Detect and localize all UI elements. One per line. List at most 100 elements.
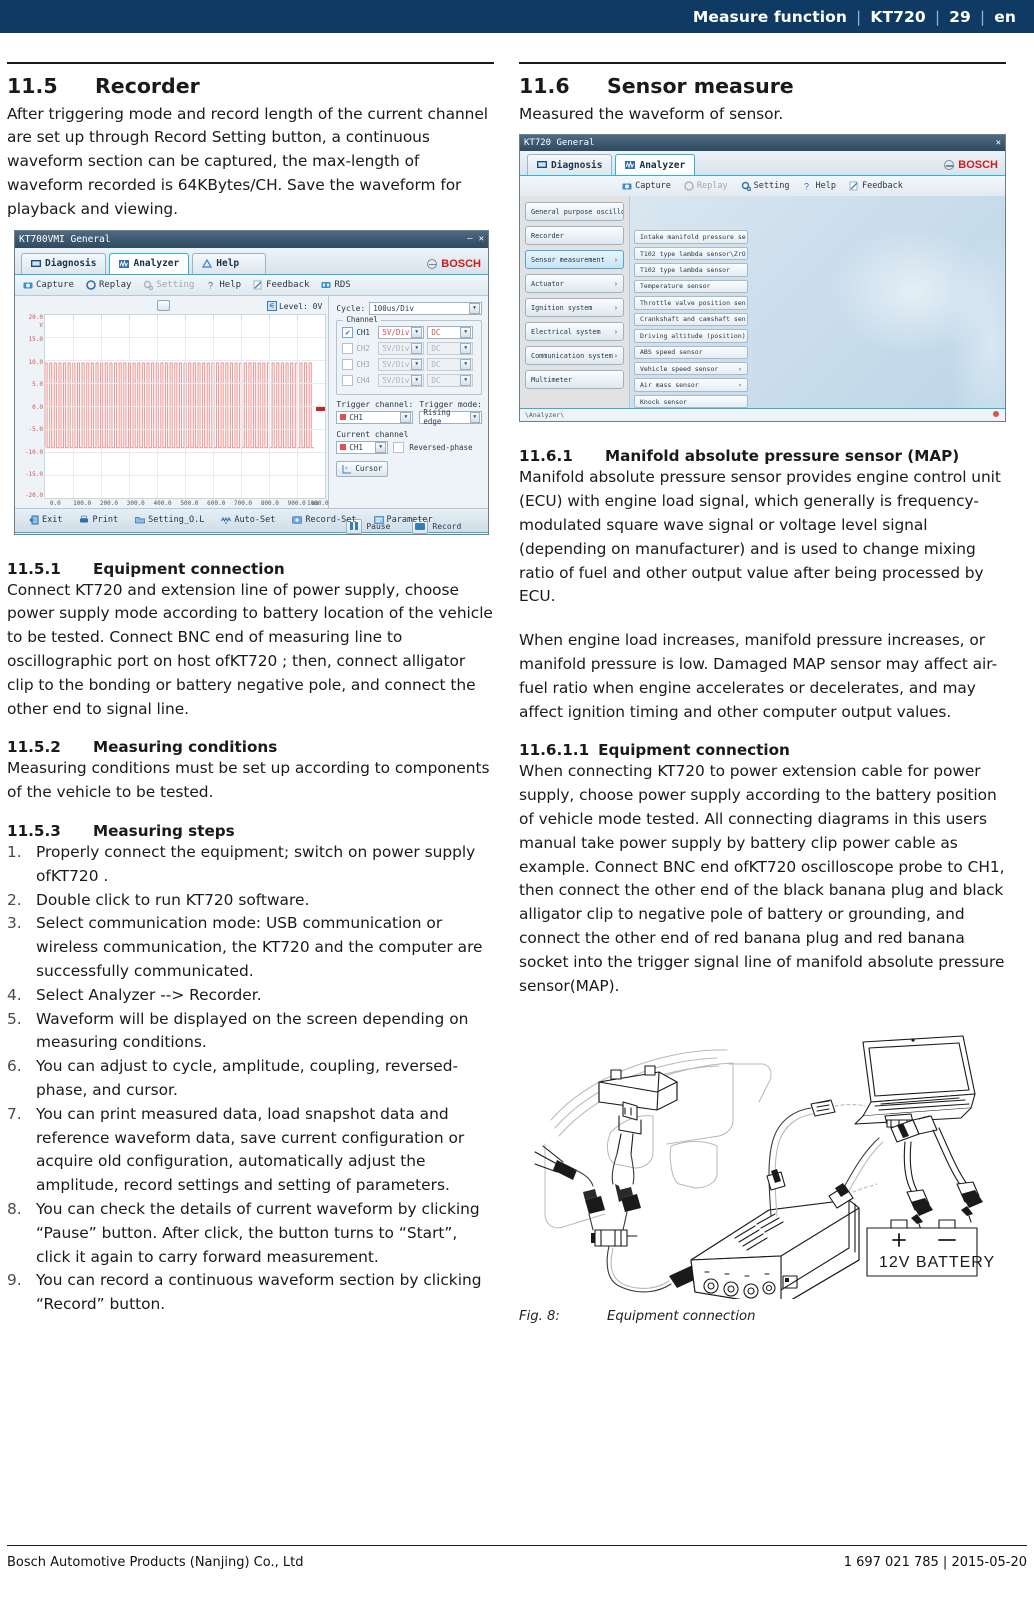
tab-diagnosis-label: Diagnosis xyxy=(551,159,603,171)
submenu-item-throttle-valve-position-sensor[interactable]: Throttle valve position sen xyxy=(634,296,748,310)
ch4-checkbox[interactable] xyxy=(342,374,354,386)
chevron-down-icon: ▼ xyxy=(460,358,472,370)
footer-company: Bosch Automotive Products (Nanjing) Co.,… xyxy=(7,1555,304,1571)
toolbar-help[interactable]: ? Help xyxy=(802,181,835,191)
ch4-coupling-value: DC xyxy=(431,375,441,385)
bottom-record-set-button[interactable]: Record-Set xyxy=(292,515,357,525)
horizontal-position-slider[interactable] xyxy=(157,299,170,311)
submenu-item-vehicle-speed-sensor[interactable]: Vehicle speed sensor › xyxy=(634,362,748,376)
bottom-setting-ol-button[interactable]: Setting_O.L xyxy=(135,515,204,525)
ch3-checkbox[interactable] xyxy=(342,358,354,370)
ch3-coupling-select[interactable]: DC ▼ xyxy=(427,357,474,371)
tab-help[interactable]: Help xyxy=(192,252,267,274)
ch1-checkbox[interactable]: ✔ xyxy=(342,326,354,338)
header-page-number: 29 xyxy=(949,7,971,26)
submenu-item-temperature-sensor[interactable]: Temperature sensor xyxy=(634,279,748,294)
y-tick-7: -15.0 xyxy=(24,470,43,478)
waveform-plot[interactable] xyxy=(44,313,327,499)
chevron-right-icon: › xyxy=(738,381,742,390)
menu-item-sensor-measurement[interactable]: Sensor measurement › xyxy=(525,250,624,270)
bottom-print-button[interactable]: Print xyxy=(79,515,118,525)
figure-8-equipment-connection-diagram: 12V BATTERY xyxy=(519,1024,1006,1307)
page-header: Measure function | KT720 | 29 | en xyxy=(0,0,1034,33)
toolbar-feedback[interactable]: Feedback xyxy=(253,280,309,290)
toolbar-replay[interactable]: Replay xyxy=(684,181,728,191)
bosch-ring-icon xyxy=(427,258,438,269)
toolbar-setting[interactable]: Setting xyxy=(143,280,194,290)
toolbar-replay-label: Replay xyxy=(696,181,728,192)
current-channel-select[interactable]: CH1 ▼ xyxy=(336,440,389,454)
list-item: You can adjust to cycle, amplitude, coup… xyxy=(7,1055,459,1099)
submenu-item-air-mass-sensor[interactable]: Air mass sensor › xyxy=(634,378,748,392)
tab-analyzer[interactable]: Analyzer xyxy=(615,154,696,176)
trigger-position-marker[interactable] xyxy=(316,406,326,411)
record-label: Record xyxy=(432,521,462,531)
cycle-select[interactable]: 100us/Div ▼ xyxy=(369,301,482,315)
toolbar-help[interactable]: ? Help xyxy=(206,280,241,290)
chevron-right-icon: › xyxy=(613,303,618,312)
reversed-phase-label: Reversed-phase xyxy=(409,442,473,452)
heading-11-5-1: 11.5.1 Equipment connection xyxy=(7,560,494,578)
bottom-exit-button[interactable]: Exit xyxy=(29,515,62,525)
menu-item-multimeter[interactable]: Multimeter xyxy=(525,370,624,390)
toolbar-replay[interactable]: Replay xyxy=(86,280,131,290)
ch2-checkbox[interactable] xyxy=(342,342,354,354)
recorder-body: ⚟ Level: 0V V 20.0 15.0 10.0 5.0 0.0 -5.… xyxy=(15,295,488,534)
tab-help-label: Help xyxy=(216,258,240,270)
submenu-item-intake-manifold-pressure-sensor[interactable]: Intake manifold pressure se xyxy=(634,230,748,244)
chevron-down-icon: ▼ xyxy=(411,342,423,354)
menu-item-communication-system[interactable]: Communication system › xyxy=(525,346,624,366)
ch4-scale-select[interactable]: 5V/Div ▼ xyxy=(378,373,425,387)
menu-item-recorder[interactable]: Recorder xyxy=(525,226,624,246)
menu-item-label: Communication system xyxy=(531,351,613,360)
toolbar-rds[interactable]: RDS xyxy=(321,280,351,290)
submenu-item-crankshaft-camshaft-sensor[interactable]: Crankshaft and camshaft sen xyxy=(634,312,748,327)
ch3-scale-select[interactable]: 5V/Div ▼ xyxy=(378,357,425,371)
close-icon[interactable]: ✕ xyxy=(479,234,484,244)
submenu-item-t102-lambda[interactable]: T102 type lambda sensor xyxy=(634,263,748,277)
svg-text:?: ? xyxy=(804,182,809,192)
ch1-coupling-select[interactable]: DC ▼ xyxy=(427,325,474,339)
ch2-scale-select[interactable]: 5V/Div ▼ xyxy=(378,341,425,355)
paragraph-11-6-1-1: When connecting KT720 to power extension… xyxy=(519,762,1005,995)
x-tick-9: 900.0 xyxy=(287,499,306,507)
cursor-label: Cursor xyxy=(355,464,383,474)
submenu-item-knock-sensor[interactable]: Knock sensor xyxy=(634,394,748,409)
tab-analyzer[interactable]: Analyzer xyxy=(109,252,190,274)
trigger-channel-select[interactable]: CH1 ▼ xyxy=(336,410,414,424)
bottom-auto-set-button[interactable]: Auto-Set xyxy=(221,515,275,525)
submenu-item-t102-lambda-zro[interactable]: T102 type lambda sensor\ZrO xyxy=(634,246,748,261)
trigger-mode-value: Rising edge xyxy=(423,408,451,427)
toolbar-capture[interactable]: Capture xyxy=(23,280,74,290)
chevron-right-icon: › xyxy=(613,351,618,360)
trigger-mode-select[interactable]: Rising edge ▼ xyxy=(419,408,482,427)
bottom-print-label: Print xyxy=(92,515,119,526)
menu-item-ignition-system[interactable]: Ignition system › xyxy=(525,298,624,318)
trigger-channel-label: Trigger channel: xyxy=(336,399,414,409)
toolbar-capture-label: Capture xyxy=(36,279,74,290)
tab-diagnosis[interactable]: Diagnosis xyxy=(527,154,613,176)
cursor-button[interactable]: A Cursor xyxy=(336,460,389,477)
ch2-coupling-select[interactable]: DC ▼ xyxy=(427,341,474,355)
bottom-parameter-button[interactable]: Parameter xyxy=(373,515,433,525)
trigger-level-label: Level: 0V xyxy=(278,301,323,311)
ch4-coupling-select[interactable]: DC ▼ xyxy=(427,373,474,387)
x-axis: 0.0 100.0 200.0 300.0 400.0 500.0 600.0 … xyxy=(44,499,329,516)
menu-item-electrical-system[interactable]: Electrical system › xyxy=(525,322,624,342)
printer-icon xyxy=(79,515,89,525)
minimize-icon[interactable]: — xyxy=(467,234,472,244)
toolbar-setting[interactable]: Setting xyxy=(741,181,789,192)
close-icon[interactable]: ✕ xyxy=(996,138,1001,148)
menu-item-general-purpose-oscillo[interactable]: General purpose oscillo xyxy=(525,202,624,222)
tab-diagnosis[interactable]: Diagnosis xyxy=(21,252,107,274)
exit-icon xyxy=(29,515,39,525)
sensor-tabbar: Diagnosis Analyzer BOSCH xyxy=(520,151,1005,177)
reversed-phase-checkbox[interactable] xyxy=(393,441,405,453)
menu-item-actuator[interactable]: Actuator › xyxy=(525,274,624,294)
toolbar-capture[interactable]: Capture xyxy=(622,181,671,191)
submenu-item-abs-speed-sensor[interactable]: ABS speed sensor xyxy=(634,345,748,360)
toolbar-feedback[interactable]: Feedback xyxy=(849,181,903,191)
submenu-item-driving-altitude[interactable]: Driving altitude (position) xyxy=(634,329,748,343)
ch1-scale-select[interactable]: 5V/Div ▼ xyxy=(378,325,425,339)
